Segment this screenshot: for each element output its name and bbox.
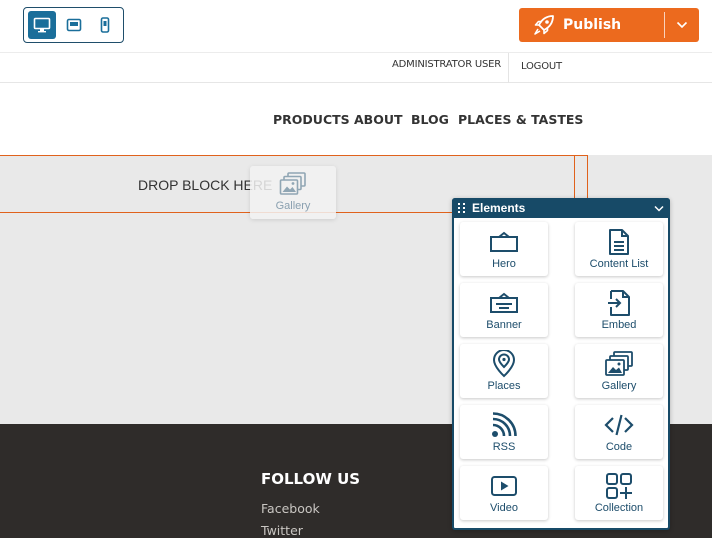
elements-panel-header[interactable]: Elements [452, 198, 670, 218]
banner-icon [490, 292, 518, 313]
element-label: Video [490, 502, 518, 514]
elements-panel-title: Elements [472, 201, 526, 215]
rocket-icon [525, 14, 563, 36]
hero-icon [490, 231, 518, 252]
gallery-icon [605, 351, 633, 376]
element-label: Gallery [601, 380, 637, 392]
chevron-down-icon[interactable] [654, 205, 664, 212]
admin-user-link[interactable]: ADMINISTRATOR USER [392, 59, 501, 70]
tablet-view-button[interactable] [60, 11, 88, 39]
mobile-icon [100, 17, 110, 33]
places-icon [492, 350, 516, 378]
follow-us-heading: FOLLOW US [261, 470, 361, 488]
publish-label: Publish [563, 17, 622, 33]
chevron-down-icon [676, 21, 688, 29]
device-switcher [23, 7, 124, 43]
drop-zone-edge [574, 155, 575, 199]
tablet-icon [66, 18, 81, 32]
element-hero[interactable]: Hero [460, 222, 548, 276]
elements-grid: Hero Content List Banner Embed Places Ga… [460, 222, 664, 520]
element-rss[interactable]: RSS [460, 405, 548, 459]
video-icon [491, 476, 517, 496]
site-nav: PRODUCTS ABOUT BLOG PLACES & TASTES [0, 83, 712, 155]
element-label: Places [487, 380, 521, 392]
editor-toolbar: Publish [0, 0, 712, 52]
element-banner[interactable]: Banner [460, 283, 548, 337]
collection-icon [606, 473, 632, 499]
element-label: Content List [589, 258, 649, 270]
dragged-gallery-block[interactable]: Gallery [250, 166, 336, 219]
element-label: Collection [594, 502, 644, 514]
content-list-icon [609, 229, 629, 255]
publish-button[interactable]: Publish [519, 8, 699, 42]
element-places[interactable]: Places [460, 344, 548, 398]
elements-panel: Elements Hero Content List Banner Embed … [452, 198, 670, 530]
element-code[interactable]: Code [575, 405, 663, 459]
rss-icon [492, 412, 517, 437]
element-label: Embed [601, 319, 637, 331]
twitter-link[interactable]: Twitter [261, 523, 303, 538]
element-label: RSS [492, 441, 516, 453]
facebook-link[interactable]: Facebook [261, 501, 320, 516]
code-icon [604, 414, 634, 436]
site-utility-bar: ADMINISTRATOR USER LOGOUT [0, 52, 712, 83]
element-video[interactable]: Video [460, 466, 548, 520]
nav-item-places-tastes[interactable]: PLACES & TASTES [458, 112, 583, 127]
logout-link[interactable]: LOGOUT [521, 61, 562, 72]
element-label: Code [605, 441, 633, 453]
element-gallery[interactable]: Gallery [575, 344, 663, 398]
dragged-block-label: Gallery [275, 200, 311, 212]
divider [508, 53, 509, 83]
nav-item-products[interactable]: PRODUCTS [273, 112, 350, 127]
element-content-list[interactable]: Content List [575, 222, 663, 276]
mobile-view-button[interactable] [91, 11, 119, 39]
embed-icon [608, 290, 630, 316]
desktop-icon [33, 17, 51, 33]
publish-options-button[interactable] [665, 21, 699, 29]
element-collection[interactable]: Collection [575, 466, 663, 520]
gallery-icon [279, 172, 306, 195]
desktop-view-button[interactable] [28, 11, 56, 39]
drag-handle-icon[interactable] [458, 203, 466, 213]
nav-item-blog[interactable]: BLOG [411, 112, 449, 127]
element-label: Banner [486, 319, 522, 331]
element-embed[interactable]: Embed [575, 283, 663, 337]
nav-item-about[interactable]: ABOUT [354, 112, 403, 127]
element-label: Hero [492, 258, 516, 270]
